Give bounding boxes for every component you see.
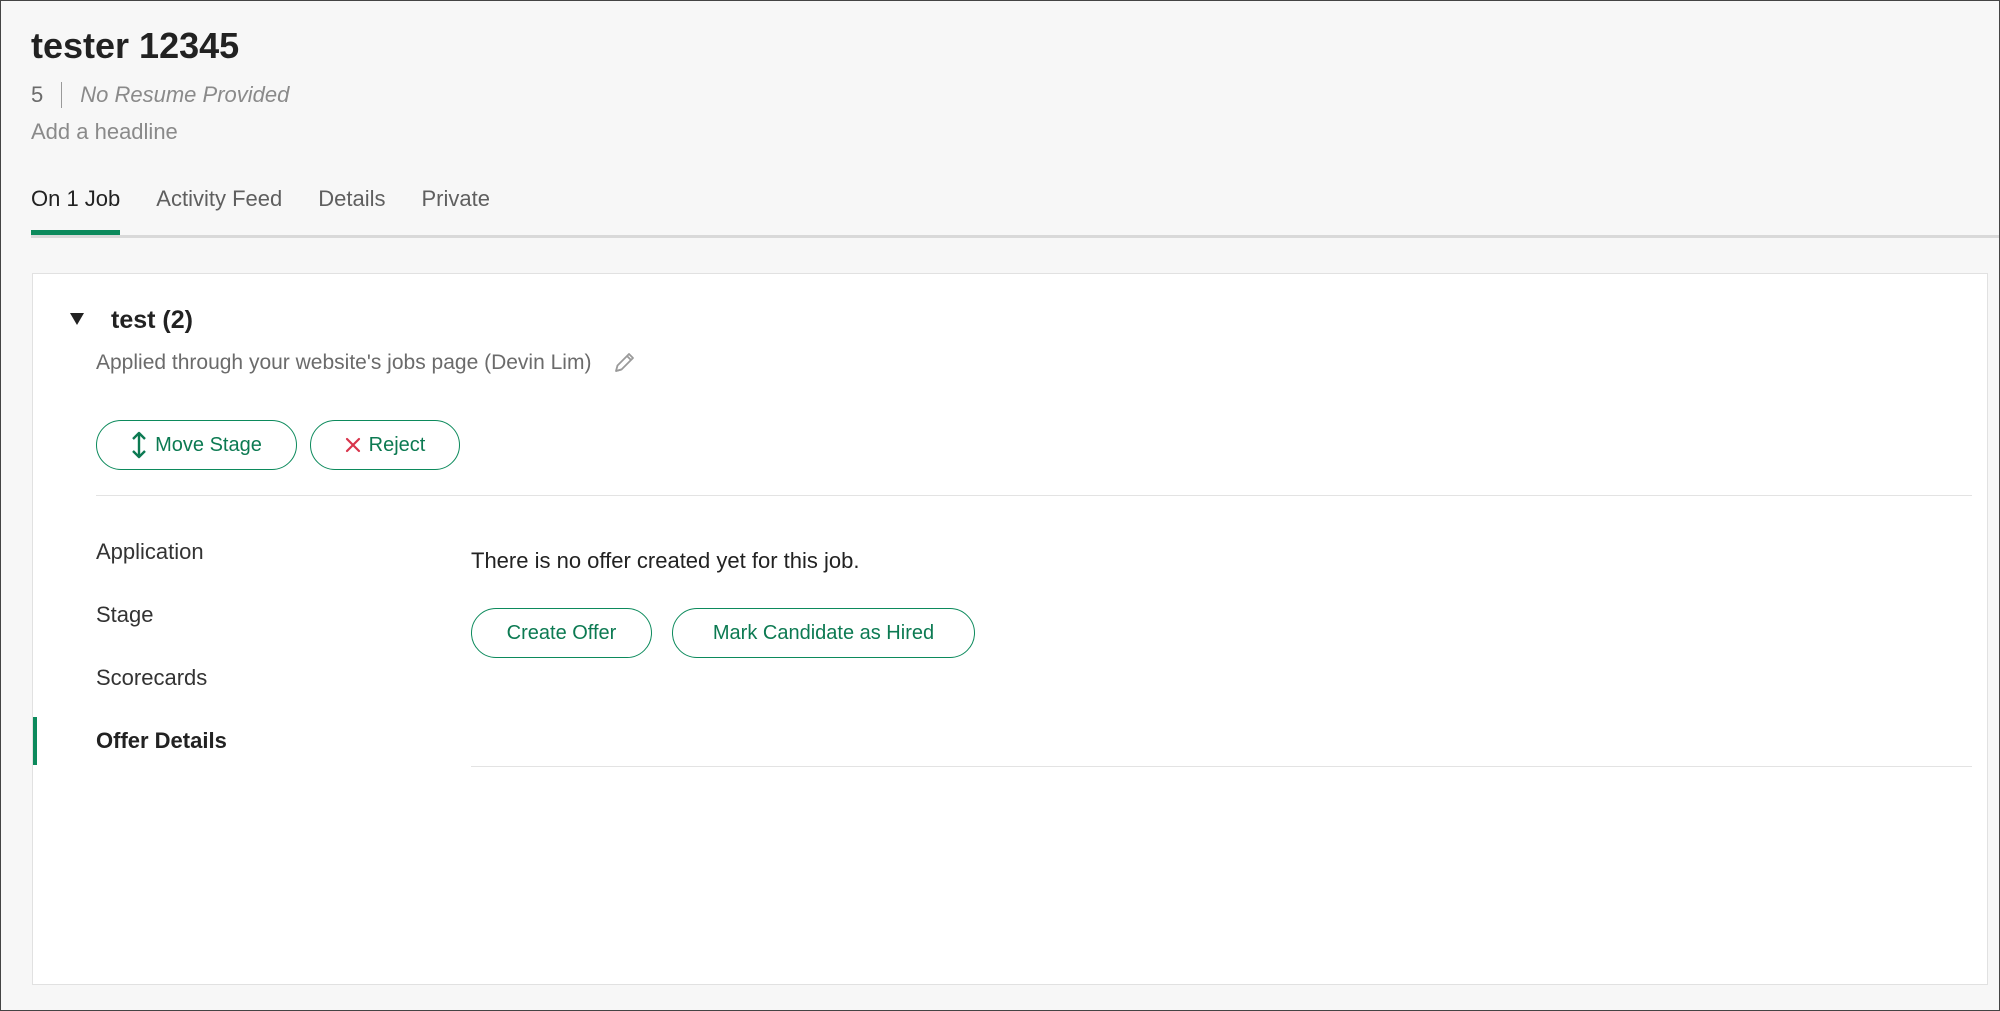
close-icon xyxy=(345,437,361,453)
pencil-icon[interactable] xyxy=(609,348,639,378)
tab-private[interactable]: Private xyxy=(421,179,489,235)
candidate-meta: 5 No Resume Provided xyxy=(31,81,289,109)
tab-details[interactable]: Details xyxy=(318,179,385,235)
move-stage-label: Move Stage xyxy=(155,433,262,456)
tab-on-1-job[interactable]: On 1 Job xyxy=(31,179,121,235)
no-offer-message: There is no offer created yet for this j… xyxy=(471,548,860,573)
offer-details-panel: There is no offer created yet for this j… xyxy=(471,548,1972,658)
app-window: tester 12345 5 No Resume Provided Add a … xyxy=(0,0,2000,1011)
pencil-icon-svg xyxy=(615,353,635,372)
job-side-nav: Application Stage Scorecards Offer Detai… xyxy=(33,528,393,780)
add-headline-link[interactable]: Add a headline xyxy=(31,119,289,145)
meta-separator xyxy=(61,82,63,108)
job-title: test (2) xyxy=(111,306,193,334)
vertical-arrows-icon xyxy=(131,431,147,459)
offer-actions: Create Offer Mark Candidate as Hired xyxy=(471,608,1972,658)
reject-button[interactable]: Reject xyxy=(310,420,460,470)
reject-label: Reject xyxy=(368,433,426,456)
offer-divider xyxy=(471,766,1972,767)
candidate-name: tester 12345 xyxy=(31,25,240,66)
profile-tabs: On 1 Job Activity Feed Details Private xyxy=(31,179,1999,239)
tab-activity-feed[interactable]: Activity Feed xyxy=(156,179,282,235)
caret-down-icon[interactable] xyxy=(57,310,97,331)
job-card: test (2) Applied through your website's … xyxy=(32,273,1988,985)
caret-down-icon-svg xyxy=(70,313,84,325)
side-nav-offer-details[interactable]: Offer Details xyxy=(33,717,393,765)
tabs-underline xyxy=(31,235,1999,238)
application-source: Applied through your website's jobs page… xyxy=(96,351,592,374)
side-nav-stage[interactable]: Stage xyxy=(33,591,393,639)
move-stage-button[interactable]: Move Stage xyxy=(96,420,297,470)
resume-status: No Resume Provided xyxy=(80,82,290,107)
candidate-id: 5 xyxy=(31,82,44,107)
actions-divider xyxy=(96,495,1972,496)
job-title-row: test (2) xyxy=(57,306,193,335)
side-nav-application[interactable]: Application xyxy=(33,528,393,576)
job-actions: Move Stage Reject xyxy=(96,420,460,470)
create-offer-button[interactable]: Create Offer xyxy=(471,608,652,658)
mark-hired-button[interactable]: Mark Candidate as Hired xyxy=(672,608,975,658)
candidate-header: tester 12345 5 No Resume Provided Add a … xyxy=(31,23,289,145)
side-nav-scorecards[interactable]: Scorecards xyxy=(33,654,393,702)
application-source-row: Applied through your website's jobs page… xyxy=(96,348,639,378)
